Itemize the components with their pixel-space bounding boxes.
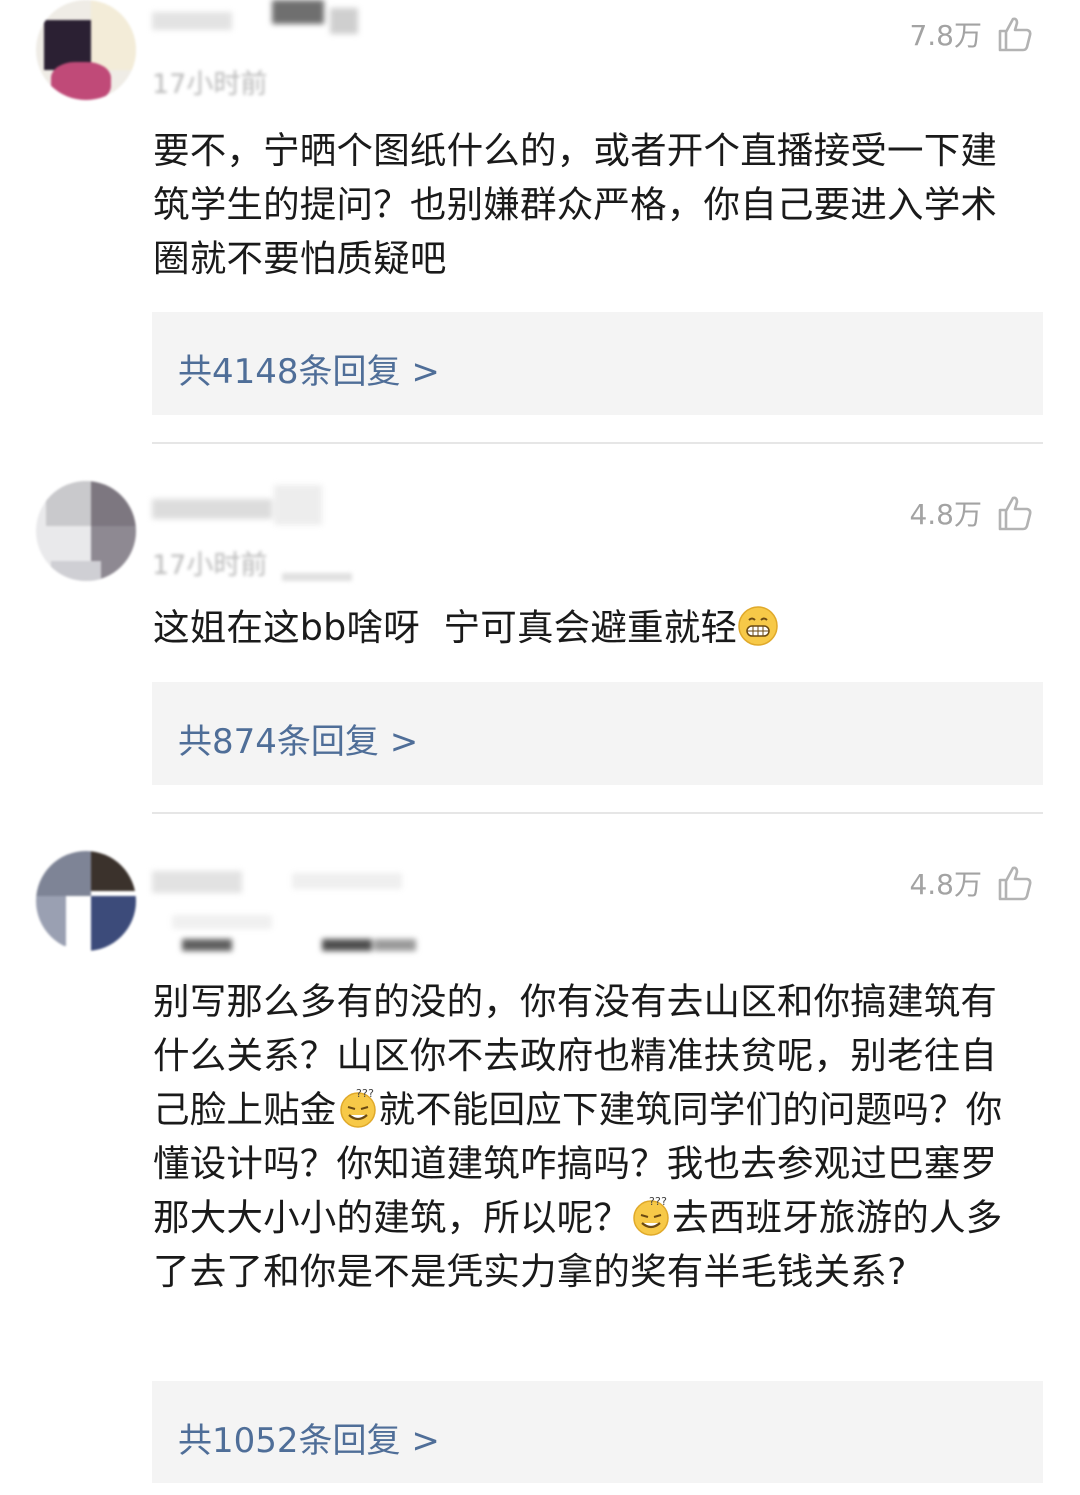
avatar[interactable] bbox=[36, 0, 136, 100]
replies-button[interactable]: 共874条回复 > bbox=[152, 682, 1043, 785]
divider bbox=[152, 812, 1043, 814]
comment-time: 17小时前 bbox=[152, 550, 268, 581]
blur-mask bbox=[282, 573, 352, 581]
replies-button[interactable]: 共4148条回复 > bbox=[152, 312, 1043, 415]
avatar[interactable] bbox=[36, 481, 136, 581]
comment-text: 别写那么多有的没的，你有没有去山区和你搞建筑有什么关系？山区你不去政府也精准扶贫… bbox=[153, 975, 1033, 1299]
replies-button[interactable]: 共1052条回复 > bbox=[152, 1381, 1043, 1483]
comment-item: 17小时前 4.8万 这姐在这bb啥呀 宁可真会避重就轻 共874条回复 > bbox=[0, 445, 1080, 815]
like-count: 7.8万 bbox=[909, 19, 982, 52]
username[interactable] bbox=[152, 855, 422, 951]
replies-count: 共874条回复 > bbox=[178, 722, 419, 762]
thumbs-up-icon bbox=[998, 496, 1032, 531]
username[interactable] bbox=[152, 485, 322, 527]
like-button[interactable]: 4.8万 bbox=[909, 493, 1034, 533]
grin-emoji-icon bbox=[738, 606, 778, 646]
like-count: 4.8万 bbox=[909, 868, 982, 901]
thumbs-up-icon bbox=[998, 17, 1032, 52]
comment-text: 要不，宁晒个图纸什么的，或者开个直播接受一下建筑学生的提问？也别嫌群众严格，你自… bbox=[153, 129, 998, 280]
svg-text:???: ??? bbox=[356, 1087, 374, 1100]
comment-item: 4.8万 别写那么多有的没的，你有没有去山区和你搞建筑有什么关系？山区你不去政府… bbox=[0, 815, 1080, 1495]
comment-time: 17小时前 bbox=[152, 69, 268, 100]
comment-text-content: 这姐在这bb啥呀 宁可真会避重就轻 bbox=[153, 606, 738, 649]
avatar[interactable] bbox=[36, 851, 136, 951]
replies-count: 共1052条回复 > bbox=[178, 1421, 440, 1461]
comment-text: 这姐在这bb啥呀 宁可真会避重就轻 bbox=[153, 601, 1033, 655]
replies-count: 共4148条回复 > bbox=[178, 352, 440, 392]
divider bbox=[152, 442, 1043, 444]
thumbs-up-icon bbox=[998, 866, 1032, 901]
sweat-smile-emoji-icon: ??? bbox=[633, 1195, 669, 1236]
comment-item: 17小时前 7.8万 要不，宁晒个图纸什么的，或者开个直播接受一下建筑学生的提问… bbox=[0, 0, 1080, 445]
like-button[interactable]: 7.8万 bbox=[909, 14, 1034, 54]
svg-text:???: ??? bbox=[649, 1195, 667, 1208]
sweat-smile-emoji-icon: ??? bbox=[339, 1087, 376, 1128]
username[interactable] bbox=[152, 0, 362, 40]
like-count: 4.8万 bbox=[909, 498, 982, 531]
like-button[interactable]: 4.8万 bbox=[909, 863, 1034, 903]
